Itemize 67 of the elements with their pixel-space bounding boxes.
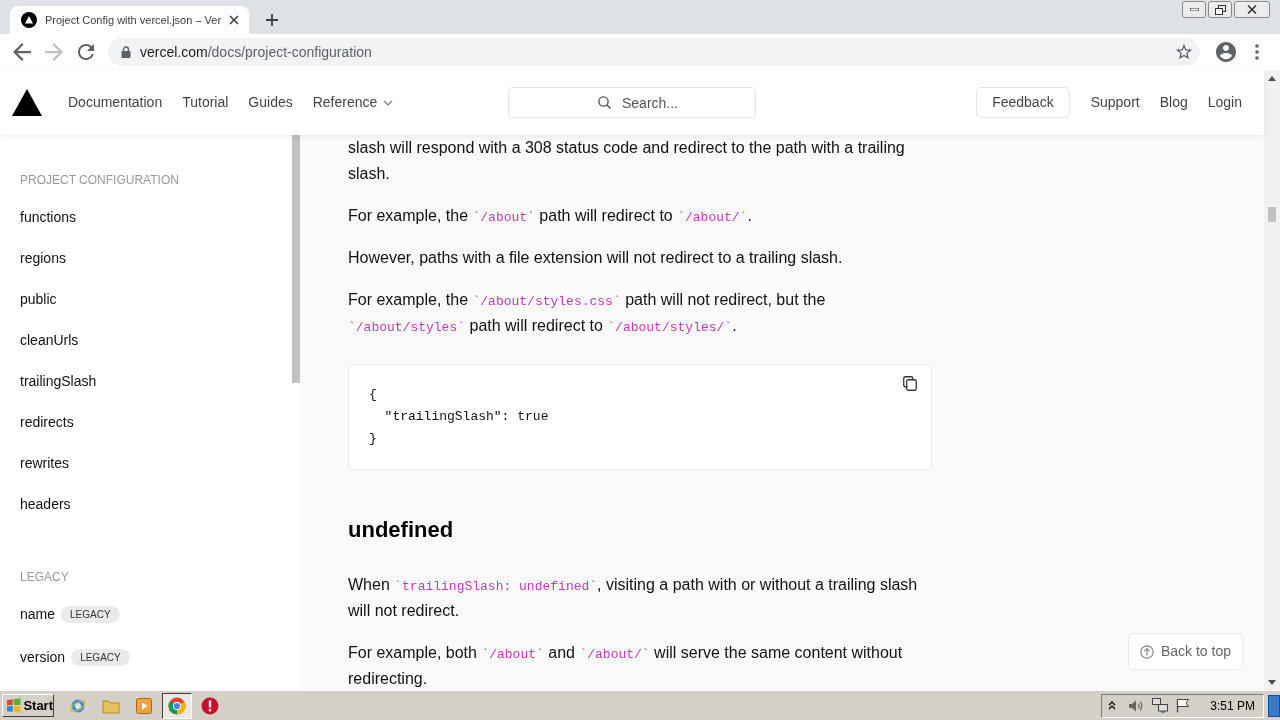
triangle-logo-icon [21, 12, 37, 28]
sidebar-link[interactable]: redirects [20, 412, 74, 433]
arrow-left-icon[interactable] [13, 43, 31, 61]
plus-icon[interactable] [265, 13, 280, 27]
paragraph: However, paths with a file extension will not redirect to a trailing slash. [348, 248, 844, 268]
arrow-up-circle-icon [1139, 644, 1154, 659]
flag-icon[interactable] [1176, 698, 1191, 713]
sidebar-link[interactable]: regions [20, 248, 66, 269]
scroll-up-icon[interactable] [1268, 76, 1276, 81]
feedback-button[interactable]: Feedback [976, 87, 1070, 118]
nav-link[interactable]: Documentation [68, 92, 163, 113]
scroll-down-icon[interactable] [1268, 680, 1276, 685]
speaker-icon[interactable] [1128, 698, 1145, 713]
four-pane-logo-icon [6, 698, 22, 713]
lock-icon [121, 46, 131, 58]
account-icon[interactable] [1216, 42, 1236, 62]
show-desktop-button[interactable] [1268, 694, 1280, 717]
menu-icon[interactable] [1255, 44, 1259, 60]
nav-link[interactable]: Support [1090, 92, 1140, 113]
clock: 3:51 PM [1210, 697, 1255, 715]
sidebar-link[interactable]: trailingSlash [20, 371, 97, 392]
back-to-top-button[interactable]: Back to top [1128, 633, 1243, 670]
triangle-logo-icon[interactable] [12, 89, 42, 116]
restore-button[interactable] [1208, 1, 1232, 18]
legacy-badge: LEGACY [71, 649, 130, 666]
network-icon[interactable] [1152, 698, 1169, 713]
section-heading: undefined [348, 516, 454, 544]
circle-logo-icon [168, 696, 186, 715]
nav-link[interactable]: Reference [312, 92, 394, 113]
sidebar-link[interactable]: functions [20, 207, 77, 228]
sidebar-link[interactable]: cleanUrls [20, 330, 79, 351]
close-button[interactable] [1234, 1, 1270, 18]
sidebar-link[interactable]: headers [20, 494, 71, 515]
legacy-badge: LEGACY [61, 606, 120, 623]
restore-icon [1214, 4, 1226, 15]
close-icon [1247, 5, 1257, 14]
reload-icon[interactable] [78, 44, 94, 60]
url-text: vercel.com/docs/project-configuration [140, 42, 372, 62]
start-button[interactable]: Start [2, 694, 54, 717]
close-icon[interactable] [229, 15, 240, 25]
nav-link[interactable]: Guides [248, 92, 293, 113]
nav-link[interactable]: Tutorial [182, 92, 229, 113]
sidebar-link[interactable]: rewrites [20, 453, 69, 474]
sidebar-link[interactable]: name [20, 604, 56, 625]
address-field[interactable]: vercel.com/docs/project-configuration [108, 38, 1200, 66]
nav-link[interactable]: Login [1207, 92, 1242, 113]
minimize-icon [1189, 8, 1199, 11]
double-chevron-up-icon[interactable] [1108, 701, 1117, 710]
section-heading: LEGACY [20, 569, 69, 586]
play-icon [136, 697, 152, 714]
star-icon[interactable] [1176, 44, 1192, 60]
section-heading: PROJECT CONFIGURATION [20, 172, 179, 189]
folder-icon [102, 697, 120, 714]
nav-link[interactable]: Blog [1159, 92, 1188, 113]
copy-icon[interactable] [903, 376, 917, 391]
scrollbar-thumb[interactable] [1268, 207, 1276, 222]
search-icon [598, 96, 611, 109]
sidebar-link[interactable]: public [20, 289, 57, 310]
paragraph: slash will respond with a 308 status code and redirect to the path with a trailing slash. [348, 138, 906, 184]
scrollbar-thumb[interactable] [291, 135, 300, 383]
sidebar-link[interactable]: version [20, 647, 66, 668]
alert-icon [201, 696, 219, 715]
paragraph: For example, both `/about` and `/about/` will serve the same content without redirecting. [348, 643, 904, 689]
search-field[interactable]: Search... [508, 87, 756, 118]
browser-tab[interactable]: Project Config with vercel.json – Ver [10, 6, 250, 34]
code-text: { "trailingSlash": true } [369, 386, 549, 448]
taskbar-app-button[interactable] [162, 692, 192, 719]
